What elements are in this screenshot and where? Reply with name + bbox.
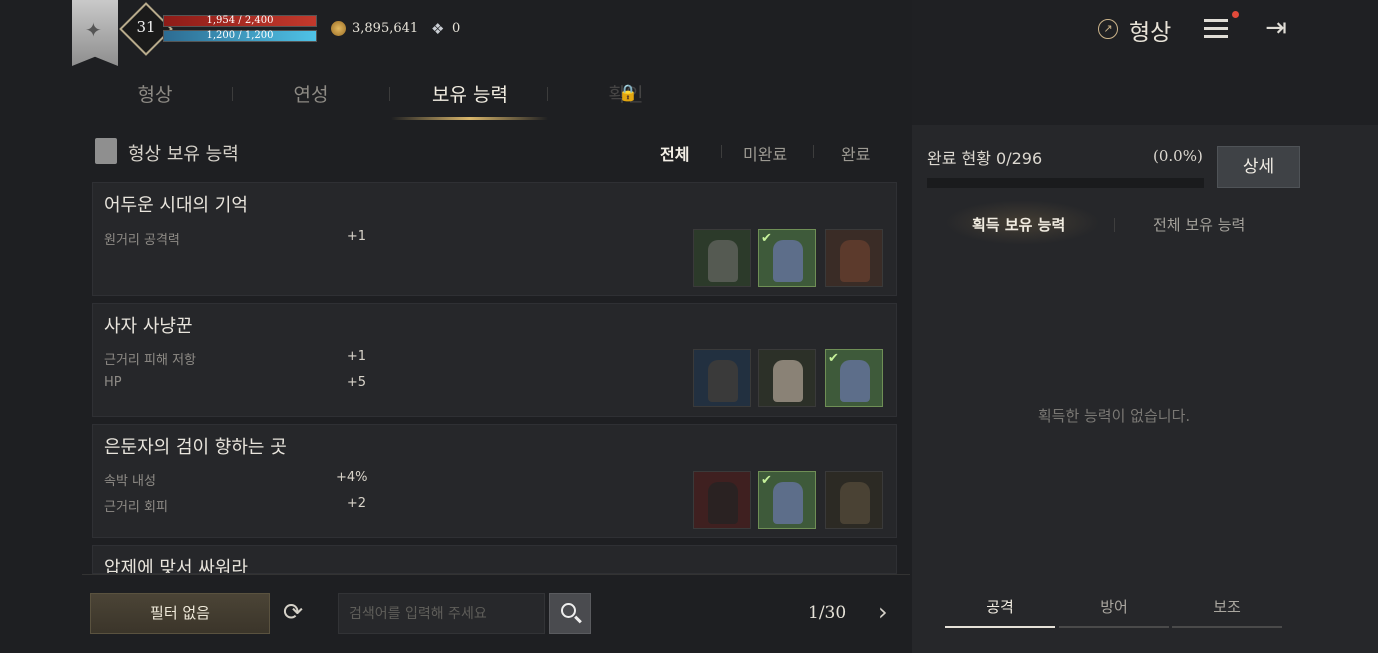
- level-number: 31: [136, 18, 156, 36]
- stat-value: +2: [346, 496, 366, 511]
- brown-fur-armor-icon[interactable]: [825, 229, 883, 287]
- tab-defense[interactable]: 방어: [1059, 596, 1169, 617]
- panel-title: 형상 보유 능력: [128, 144, 239, 165]
- tab-synthesis[interactable]: 연성: [276, 80, 346, 107]
- filter-button[interactable]: 필터 없음: [90, 593, 270, 634]
- stat-value: +1: [346, 229, 366, 244]
- tab-appearance[interactable]: 형상: [120, 80, 190, 107]
- gray-leather-armor-icon[interactable]: [693, 229, 751, 287]
- next-page-chevron-icon[interactable]: ›: [878, 598, 888, 626]
- tab-attack[interactable]: 공격: [945, 596, 1055, 617]
- blue-plate-armor-icon[interactable]: ✔: [825, 349, 883, 407]
- stat-name: 근거리 회피: [104, 500, 168, 515]
- blue-plate-armor-icon[interactable]: ✔: [758, 471, 816, 529]
- owned-check-icon: ✔: [828, 351, 839, 366]
- gold-amount: 3,895,641: [352, 21, 419, 36]
- hp-bar: 1,954 / 2,400: [163, 15, 317, 27]
- blue-plate-armor-icon[interactable]: ✔: [758, 229, 816, 287]
- filter-incomplete[interactable]: 미완료: [743, 141, 787, 165]
- notification-dot: [1232, 11, 1239, 18]
- card-title: 어두운 시대의 기억: [104, 195, 248, 216]
- exit-icon[interactable]: ⇥: [1256, 8, 1296, 48]
- tab-indicator: [945, 626, 1055, 628]
- tab-divider: [389, 87, 390, 101]
- ability-card[interactable]: 압제에 맞서 싸워라: [92, 545, 897, 574]
- search-button[interactable]: [549, 593, 591, 634]
- book-icon: [95, 138, 117, 164]
- refresh-icon[interactable]: ⟳: [283, 598, 303, 626]
- tab-indicator: [1172, 626, 1282, 628]
- stat-value: +5: [346, 375, 366, 390]
- stat-name: HP: [104, 375, 122, 390]
- gem-icon: ❖: [431, 20, 445, 38]
- detail-button[interactable]: 상세: [1217, 146, 1300, 188]
- mp-text: 1,200 / 1,200: [206, 30, 274, 41]
- filter-divider: [813, 145, 814, 158]
- external-link-icon[interactable]: ↗: [1098, 19, 1118, 39]
- ability-card[interactable]: 어두운 시대의 기억 원거리 공격력 +1 ✔: [92, 182, 897, 296]
- stat-name: 근거리 피해 저항: [104, 353, 196, 368]
- filter-all[interactable]: 전체: [660, 141, 689, 165]
- mp-bar: 1,200 / 1,200: [163, 30, 317, 42]
- filter-divider: [721, 145, 722, 158]
- tab-support[interactable]: 보조: [1172, 596, 1282, 617]
- dark-chain-armor-icon[interactable]: [693, 349, 751, 407]
- stat-value: +1: [346, 349, 366, 364]
- tab-indicator: [1059, 626, 1169, 628]
- tab-owned-abilities[interactable]: 보유 능력: [410, 80, 530, 107]
- progress-label: 완료 현황 0/296: [927, 149, 1043, 168]
- guild-banner-icon[interactable]: ✦: [72, 0, 118, 66]
- search-input[interactable]: [338, 593, 545, 634]
- card-title: 은둔자의 검이 향하는 곳: [104, 437, 287, 458]
- stat-name: 속박 내성: [104, 474, 156, 489]
- progress-bar: [927, 178, 1204, 188]
- hamburger-menu-icon[interactable]: [1198, 10, 1234, 46]
- stat-name: 원거리 공격력: [104, 233, 180, 248]
- card-title: 사자 사냥꾼: [104, 316, 193, 337]
- tab-divider: [1114, 218, 1115, 232]
- hp-text: 1,954 / 2,400: [206, 15, 274, 26]
- page-indicator: 1/30: [808, 603, 847, 623]
- owned-check-icon: ✔: [761, 473, 772, 488]
- tab-acquired-abilities[interactable]: 획득 보유 능력: [972, 214, 1065, 235]
- lock-icon: 🔒: [618, 83, 638, 102]
- stat-value: +4%: [336, 470, 368, 485]
- filter-complete[interactable]: 완료: [841, 141, 870, 165]
- ability-card[interactable]: 사자 사냥꾼 근거리 피해 저항 +1 HP +5 ✔: [92, 303, 897, 417]
- active-tab-indicator: [391, 117, 548, 120]
- owned-check-icon: ✔: [761, 231, 772, 246]
- white-tunic-armor-icon[interactable]: [758, 349, 816, 407]
- gem-amount: 0: [452, 21, 461, 36]
- tab-divider: [547, 87, 548, 101]
- progress-percent: (0.0%): [1153, 147, 1203, 165]
- black-robe-armor-icon[interactable]: [693, 471, 751, 529]
- tab-divider: [232, 87, 233, 101]
- bronze-scale-armor-icon[interactable]: [825, 471, 883, 529]
- page-title: 형상: [1129, 20, 1172, 46]
- gold-coin-icon: [331, 21, 346, 36]
- empty-state-text: 획득한 능력이 없습니다.: [1037, 407, 1191, 425]
- tab-all-abilities[interactable]: 전체 보유 능력: [1153, 214, 1245, 235]
- card-title: 압제에 맞서 싸워라: [104, 558, 248, 574]
- divider: [82, 574, 910, 575]
- ability-card[interactable]: 은둔자의 검이 향하는 곳 속박 내성 +4% 근거리 회피 +2 ✔: [92, 424, 897, 538]
